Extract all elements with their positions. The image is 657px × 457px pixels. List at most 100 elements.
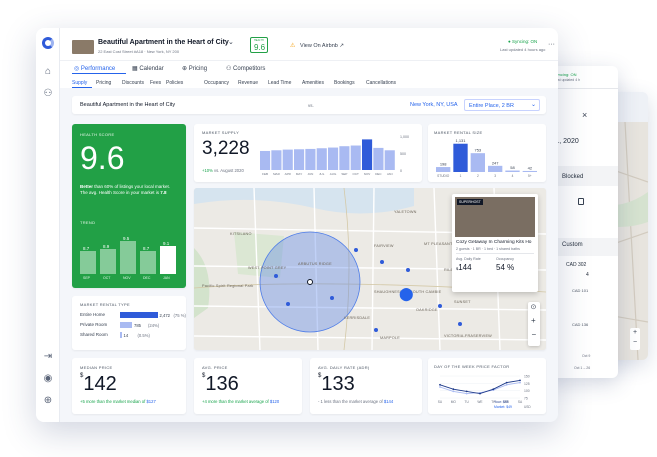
map-neighborhood-label: FAIRVIEW <box>374 244 394 248</box>
view-on-airbnb-link[interactable]: View On Airbnb ↗ <box>300 43 344 49</box>
rental-type-pct: (75 %) <box>173 312 186 318</box>
tab-performance[interactable]: ◎ Performance <box>74 65 115 72</box>
listing-marker[interactable] <box>458 322 462 326</box>
supply-tick: 0 <box>400 169 402 173</box>
sidebar: ⌂ ⚇ ⇥ ◉ ⊕ <box>36 28 60 422</box>
tab-pricing[interactable]: ⊕ Pricing <box>182 65 207 72</box>
dow-tick: 125 <box>524 382 530 386</box>
trend-bar <box>160 246 176 274</box>
supply-bar <box>316 148 327 170</box>
tab-calendar[interactable]: ▦ Calendar <box>132 65 164 72</box>
size-category: 1 <box>460 174 462 178</box>
zoom-out-button[interactable]: − <box>532 330 537 339</box>
subtab-bookings[interactable]: Bookings <box>334 80 355 86</box>
subtab-lead-time[interactable]: Lead Time <box>268 80 291 86</box>
listing-marker[interactable] <box>438 304 442 308</box>
adr-value: 133 <box>321 373 355 395</box>
close-icon[interactable]: × <box>582 110 587 120</box>
trend-month: JAN <box>163 276 170 280</box>
dow-day: TU <box>465 400 470 404</box>
supply-month: JUL <box>319 172 325 176</box>
adr-card: AVG. DAILY RATE (ADR) $133 - 1 less than… <box>310 358 422 414</box>
trend-bar <box>120 240 136 274</box>
popup-title: Cozy Getaway In Charming Kits Ho <box>456 240 532 245</box>
supply-month: DEC <box>375 172 382 176</box>
supply-month: MAR <box>273 172 281 176</box>
trend-bar <box>80 251 96 274</box>
size-value: 753 <box>474 148 481 153</box>
main-window: ⌂ ⚇ ⇥ ◉ ⊕ Beautiful Apartment in the Hea… <box>36 28 558 422</box>
dow-point <box>479 392 481 395</box>
trend-value: 8.7 <box>143 246 150 252</box>
supply-month: MAY <box>296 172 302 176</box>
listing-popup[interactable]: SUPERHOST Cozy Getaway In Charming Kits … <box>452 194 538 292</box>
listing-marker[interactable] <box>354 248 358 252</box>
trash-icon[interactable] <box>578 198 584 205</box>
size-category: 5+ <box>528 174 532 178</box>
health-score-value: 9.6 <box>80 140 125 176</box>
supply-month: JAN <box>387 172 393 176</box>
trend-month: DEC <box>143 276 151 280</box>
more-menu-button[interactable]: ··· <box>548 41 555 48</box>
supply-bar <box>294 149 305 170</box>
locate-icon[interactable]: ⊙ <box>531 303 537 311</box>
market-map[interactable]: YALETOWN KITSILANO FAIRVIEW MT PLEASANT WEST… <box>194 188 546 350</box>
rental-type-value: 785 <box>134 322 141 328</box>
subtab-revenue[interactable]: Revenue <box>238 80 258 86</box>
dow-point <box>452 390 455 393</box>
size-category: 4 <box>512 174 514 178</box>
blocked-label: Blocked <box>562 174 584 180</box>
subtab-supply[interactable]: Supply <box>72 80 87 86</box>
map-neighborhood-label: Pacific Spirit Regional Park <box>202 284 254 288</box>
map-zoom-controls[interactable]: + − <box>630 328 640 350</box>
supply-month: OCT <box>353 172 360 176</box>
map-neighborhood-label: KERRISDALE <box>344 316 371 320</box>
market-rental-size-card: MARKET RENTAL SIZE 198 STUDIO 1,131 1 753 2 24… <box>428 124 546 182</box>
map-neighborhood-label: WEST POINT GREY <box>248 266 287 270</box>
chevron-down-icon[interactable]: ⌄ <box>228 38 234 46</box>
zoom-in-button[interactable]: + <box>531 316 536 325</box>
home-icon[interactable]: ⌂ <box>42 66 54 78</box>
dow-price-factor-card: DAY OF THE WEEK PRICE FACTOR SU MO TU WE TH F… <box>428 358 546 414</box>
subtab-amenities[interactable]: Amenities <box>302 80 324 86</box>
dow-tick: 75 <box>524 397 528 401</box>
dow-point <box>492 388 495 391</box>
dow-legend-yours: Your: $45 <box>494 400 509 404</box>
dow-day: SU <box>438 400 443 404</box>
account-icon[interactable]: ◉ <box>42 373 54 385</box>
listing-marker[interactable] <box>330 296 334 300</box>
map-neighborhood-label: ARBUTUS RIDGE <box>298 262 332 266</box>
subtab-policies[interactable]: Policies <box>166 80 183 86</box>
size-bar <box>522 170 537 172</box>
subtab-occupancy[interactable]: Occupancy <box>204 80 229 86</box>
map-pin-icon[interactable]: ⬤ <box>399 286 414 302</box>
health-description: Better than 60% of listings your local m… <box>80 184 171 195</box>
avg-price-value: 136 <box>205 373 239 395</box>
listing-marker[interactable] <box>274 274 278 278</box>
supply-value: 3,228 <box>202 138 250 159</box>
location-selector[interactable]: New York, NY, USA <box>410 102 458 108</box>
globe-icon[interactable]: ⊕ <box>42 395 54 407</box>
avg-price-card: AVG. PRICE $136 +4 more than the market … <box>194 358 302 414</box>
listing-thumbnail <box>72 40 94 54</box>
subtab-discounts[interactable]: Discounts <box>122 80 144 86</box>
subtab-pricing[interactable]: Pricing <box>96 80 111 86</box>
selected-listing-marker[interactable] <box>307 279 313 285</box>
last-updated: Last updated 4 hours ago <box>500 47 546 52</box>
dow-unit: USD <box>524 405 531 409</box>
chevron-down-icon: ⌄ <box>531 102 537 108</box>
health-score-badge: HEALTH 9.6 <box>250 37 268 53</box>
logout-icon[interactable]: ⇥ <box>42 351 54 363</box>
listing-marker[interactable] <box>406 268 410 272</box>
subtab-fees[interactable]: Fees <box>150 80 161 86</box>
filter-dropdown[interactable]: Entire Place, 2 BR ⌄ <box>464 99 540 111</box>
listing-marker[interactable] <box>286 302 290 306</box>
trend-value: 9.1 <box>163 241 170 246</box>
supply-tick: 500 <box>400 152 406 156</box>
listing-marker[interactable] <box>380 260 384 264</box>
tab-competitors[interactable]: ⚇ Competitors <box>226 65 265 72</box>
supply-bar <box>328 147 339 170</box>
users-icon[interactable]: ⚇ <box>42 88 54 100</box>
listing-marker[interactable] <box>374 328 378 332</box>
subtab-cancellations[interactable]: Cancellations <box>366 80 396 86</box>
